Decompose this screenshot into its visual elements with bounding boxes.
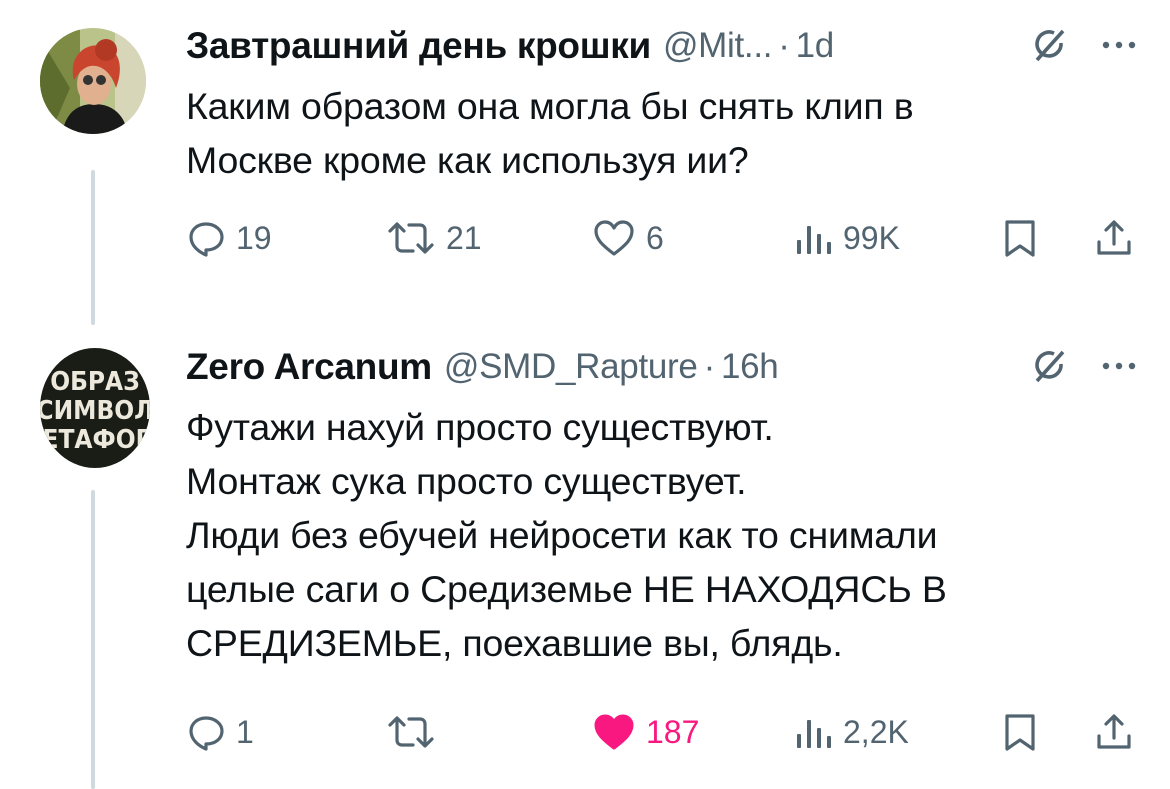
views-count: 2,2K — [843, 713, 909, 750]
reply-button[interactable]: 19 — [186, 218, 272, 258]
like-count: 187 — [646, 713, 700, 750]
tweet-text-line: Каким образом она могла бы снять клип в — [186, 85, 914, 127]
timestamp[interactable]: 1d — [796, 26, 835, 66]
grok-icon[interactable] — [1030, 26, 1068, 64]
timestamp[interactable]: 16h — [721, 347, 779, 387]
separator: · — [703, 347, 716, 386]
views-button[interactable]: 99K — [793, 218, 900, 258]
thread-line-top — [91, 170, 95, 325]
like-icon — [592, 218, 636, 258]
like-button[interactable]: 187 — [592, 712, 699, 752]
retweet-count: 21 — [446, 219, 482, 256]
like-icon — [592, 712, 636, 752]
tweet-top-actions — [1030, 347, 1136, 385]
retweet-button[interactable]: 21 — [386, 218, 482, 258]
retweet-button[interactable] — [386, 712, 446, 752]
reply-count: 1 — [236, 713, 254, 750]
tweet-text-line: Москве кроме как используя ии? — [186, 139, 749, 181]
thread-line-bottom — [91, 490, 95, 789]
handle[interactable]: @SMD_Rapture — [444, 347, 698, 387]
display-name[interactable]: Zero Arcanum — [186, 346, 432, 388]
avatar-text-line: ОБРАЗ — [50, 367, 140, 397]
avatar-text-line: МЕТАФОРА — [40, 425, 150, 455]
like-count: 6 — [646, 219, 664, 256]
tweet-header: Zero Arcanum @SMD_Rapture · 16h — [186, 343, 779, 391]
tweet-text: Футажи нахуй просто существуют. Монтаж с… — [186, 400, 947, 670]
grok-icon[interactable] — [1030, 347, 1068, 385]
views-count: 99K — [843, 219, 900, 256]
display-name[interactable]: Завтрашний день крошки — [186, 25, 651, 67]
retweet-icon — [386, 218, 436, 258]
avatar-text-line: СИМВОЛ — [40, 396, 150, 426]
views-button[interactable]: 2,2K — [793, 712, 909, 752]
tweet-text-line: целые саги о Средиземье НЕ НАХОДЯСЬ В — [186, 568, 947, 610]
avatar[interactable] — [40, 28, 146, 134]
tweet-text-line: СРЕДИЗЕМЬЕ, поехавшие вы, блядь. — [186, 622, 843, 664]
share-icon[interactable] — [1094, 218, 1134, 258]
more-icon[interactable] — [1102, 40, 1136, 50]
more-icon[interactable] — [1102, 361, 1136, 371]
tweet-text: Каким образом она могла бы снять клип в … — [186, 79, 914, 187]
reply-icon — [186, 218, 226, 258]
reply-icon — [186, 712, 226, 752]
retweet-icon — [386, 712, 436, 752]
reply-count: 19 — [236, 219, 272, 256]
tweet-top-actions — [1030, 26, 1136, 64]
like-button[interactable]: 6 — [592, 218, 664, 258]
separator: · — [778, 26, 790, 65]
tweet-text-line: Люди без ебучей нейросети как то снимали — [186, 514, 938, 556]
reply-button[interactable]: 1 — [186, 712, 254, 752]
handle[interactable]: @Mit... — [663, 26, 773, 66]
share-icon[interactable] — [1094, 712, 1134, 752]
tweet-text-line: Футажи нахуй просто существуют. — [186, 406, 774, 448]
tweet-header: Завтрашний день крошки @Mit... · 1d — [186, 22, 834, 70]
views-icon — [793, 712, 833, 752]
tweet-text-line: Монтаж сука просто существует. — [186, 460, 747, 502]
views-icon — [793, 218, 833, 258]
bookmark-icon[interactable] — [1000, 218, 1040, 258]
avatar[interactable]: ОБРАЗ СИМВОЛ МЕТАФОРА — [40, 348, 150, 468]
bookmark-icon[interactable] — [1000, 712, 1040, 752]
